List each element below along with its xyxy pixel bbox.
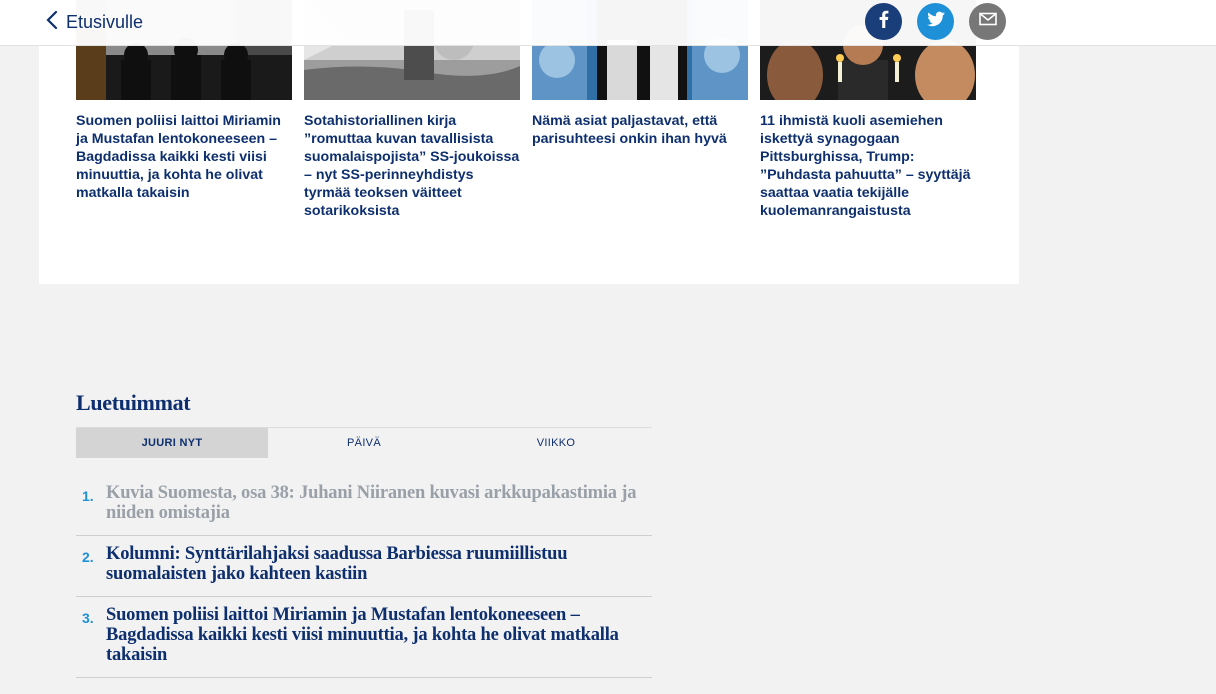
article-title[interactable]: Sotahistoriallinen kirja ”romuttaa kuvan… (304, 112, 520, 220)
most-read-heading: Luetuimmat (76, 390, 191, 415)
article-title[interactable]: Nämä asiat paljastavat, että parisuhtees… (532, 112, 748, 148)
facebook-share-button[interactable] (865, 3, 902, 40)
chevron-left-icon (46, 10, 58, 34)
email-icon (978, 9, 998, 34)
article-title[interactable]: Suomen poliisi laittoi Miriamin ja Musta… (76, 112, 292, 202)
back-label: Etusivulle (66, 11, 144, 32)
item-number: 1. (82, 488, 94, 504)
item-number: 3. (82, 610, 94, 626)
list-item[interactable]: 2. Kolumni: Synttärilahjaksi saadussa Ba… (76, 536, 652, 597)
item-title[interactable]: Kuvia Suomesta, osa 38: Juhani Niiranen … (106, 483, 652, 523)
most-read-section: Luetuimmat JUURI NYT PÄIVÄ VIIKKO 1. Kuv… (76, 390, 652, 678)
item-number: 2. (82, 549, 94, 565)
back-to-frontpage-link[interactable]: Etusivulle (46, 9, 143, 35)
most-read-list: 1. Kuvia Suomesta, osa 38: Juhani Niiran… (76, 475, 652, 678)
tab-paiva[interactable]: PÄIVÄ (268, 428, 460, 458)
list-item[interactable]: 3. Suomen poliisi laittoi Miriamin ja Mu… (76, 597, 652, 678)
twitter-share-button[interactable] (917, 3, 954, 40)
facebook-icon (874, 9, 894, 34)
tab-juuri-nyt[interactable]: JUURI NYT (76, 428, 268, 458)
most-read-tabs: JUURI NYT PÄIVÄ VIIKKO (76, 427, 652, 458)
item-title[interactable]: Suomen poliisi laittoi Miriamin ja Musta… (106, 605, 652, 665)
email-share-button[interactable] (969, 3, 1006, 40)
article-title[interactable]: 11 ihmistä kuoli asemiehen iskettyä syna… (760, 112, 976, 220)
list-item[interactable]: 1. Kuvia Suomesta, osa 38: Juhani Niiran… (76, 475, 652, 536)
item-title[interactable]: Kolumni: Synttärilahjaksi saadussa Barbi… (106, 544, 652, 584)
twitter-icon (926, 9, 946, 34)
top-bar: Etusivulle (0, 0, 1216, 46)
tab-viikko[interactable]: VIIKKO (460, 428, 652, 458)
